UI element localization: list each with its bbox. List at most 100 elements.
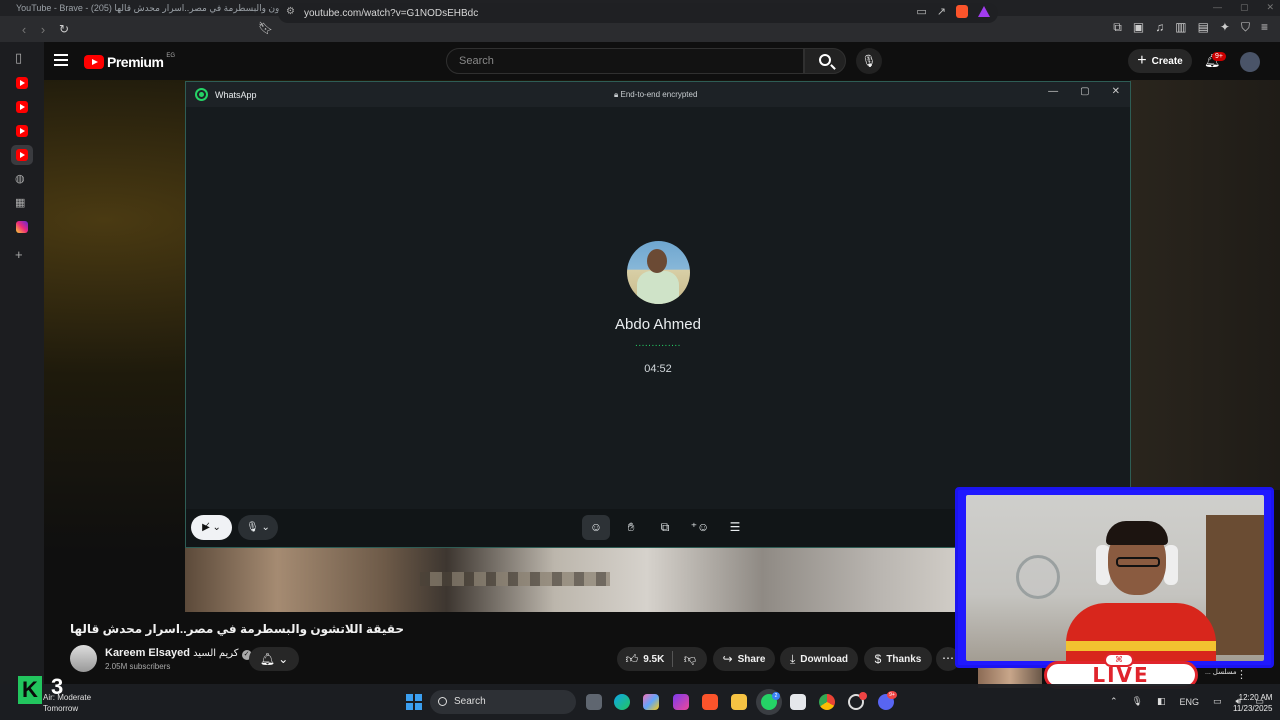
- screen-share-button[interactable]: ⧉: [651, 515, 679, 540]
- cast-icon[interactable]: ▭: [916, 5, 926, 18]
- call-status-indicator: ..............: [635, 338, 681, 349]
- microphone-toggle-button[interactable]: 🎙︎ ⌄: [238, 515, 278, 540]
- screenshot-icon[interactable]: ▣: [1133, 20, 1144, 35]
- maximize-icon[interactable]: ▢: [1240, 2, 1249, 13]
- weather-sub: Tomorrow: [43, 704, 79, 713]
- vpn-icon[interactable]: ⛉: [1241, 20, 1250, 35]
- more-options-button[interactable]: ☰: [721, 515, 749, 540]
- sidebar-youtube-icon[interactable]: [16, 149, 28, 161]
- like-button[interactable]: 👍︎ 9.5K: [617, 647, 673, 671]
- menu-icon[interactable]: ≡: [1261, 20, 1268, 35]
- brave-rewards-icon[interactable]: [978, 6, 990, 17]
- download-icon: ⤓: [789, 651, 796, 666]
- share-page-icon[interactable]: ↗: [937, 5, 946, 18]
- clock-date: 11/23/2025: [1233, 704, 1273, 713]
- globe-icon[interactable]: ◍: [15, 172, 25, 185]
- store-icon[interactable]: [790, 694, 806, 710]
- tray-app-icon[interactable]: ◧: [1157, 696, 1166, 707]
- windows-taskbar: Search 2 9+ ⌃ 🎙︎ ◧ ENG ▭ 🔊︎ ▭ 12:20 AM 1…: [0, 684, 1280, 720]
- channel-avatar[interactable]: [70, 645, 97, 672]
- url-field[interactable]: ⚙︎ youtube.com/watch?v=G1NODsEHBdc ▭ ↗: [278, 3, 998, 23]
- youtube-header: Premium EG Search 🎙︎ + Create 🔔︎ 9+: [44, 42, 1280, 80]
- like-count: 9.5K: [643, 653, 665, 665]
- site-settings-icon[interactable]: ⚙︎: [286, 6, 295, 17]
- tray-mic-icon[interactable]: 🎙︎: [1132, 696, 1143, 707]
- dislike-button[interactable]: 👎︎: [673, 647, 707, 671]
- taskbar-search[interactable]: Search: [430, 690, 576, 714]
- media-icon[interactable]: ♫: [1155, 20, 1164, 35]
- close-icon[interactable]: ✕: [1266, 2, 1274, 13]
- streamer-webcam-overlay: [955, 487, 1274, 668]
- emoji-reaction-button[interactable]: ☺: [582, 515, 610, 540]
- brave-shields-icon[interactable]: [956, 5, 968, 18]
- weather-widget[interactable]: Air: Moderate Tomorrow: [43, 692, 91, 714]
- voice-search-button[interactable]: 🎙︎: [856, 48, 882, 74]
- copilot-icon[interactable]: [643, 694, 659, 710]
- channel-name-arabic: كريم السيد: [193, 648, 239, 659]
- app-alert-dot: [859, 692, 867, 700]
- whatsapp-window-controls: — ▢ ✕: [1048, 86, 1120, 97]
- plus-icon: +: [1137, 52, 1147, 69]
- bookmark-icon[interactable]: 🔖︎: [258, 21, 273, 35]
- minimize-icon[interactable]: —: [1213, 2, 1222, 13]
- download-button[interactable]: ⤓ Download: [780, 647, 858, 671]
- camera-toggle-button[interactable]: ▶̸ ⌄: [191, 515, 232, 540]
- sidebar-panel-icon[interactable]: ▯: [15, 50, 22, 66]
- add-icon[interactable]: +: [15, 247, 23, 262]
- close-icon[interactable]: ✕: [1112, 86, 1120, 97]
- forward-icon[interactable]: ›: [33, 22, 53, 37]
- add-participant-button[interactable]: ⁺☺: [686, 515, 714, 540]
- subscriber-count: 2.05M subscribers: [105, 662, 171, 671]
- subscribed-bell-button[interactable]: 🔔︎ ⌄: [249, 647, 299, 671]
- sidebar-youtube-icon[interactable]: [16, 125, 28, 137]
- whatsapp-logo-icon: [195, 88, 208, 101]
- back-icon[interactable]: ‹: [14, 22, 34, 37]
- search-button[interactable]: [804, 48, 846, 74]
- search-icon: [438, 697, 447, 706]
- m365-icon[interactable]: [673, 694, 689, 710]
- task-view-icon[interactable]: [586, 694, 602, 710]
- channel-name[interactable]: Kareem Elsayed كريم السيد ✓: [105, 647, 252, 660]
- network-icon[interactable]: ▭: [1213, 696, 1222, 707]
- hamburger-menu-icon[interactable]: [54, 54, 68, 69]
- sidebar-youtube-icon[interactable]: [16, 77, 28, 89]
- sidebar-youtube-icon[interactable]: [16, 101, 28, 113]
- clock-time: 12:20 AM: [1238, 693, 1273, 702]
- thanks-button[interactable]: $ Thanks: [864, 647, 932, 671]
- extensions-icon[interactable]: ⧉: [1113, 20, 1122, 35]
- app-grid-icon[interactable]: ▦: [15, 196, 25, 209]
- raise-hand-button[interactable]: ✋︎: [617, 515, 645, 540]
- maximize-icon[interactable]: ▢: [1080, 86, 1089, 97]
- youtube-logo[interactable]: Premium EG: [84, 53, 176, 70]
- windows-start-icon[interactable]: [406, 694, 422, 710]
- create-button[interactable]: + Create: [1128, 49, 1192, 73]
- tray-chevron-icon[interactable]: ⌃: [1110, 696, 1118, 707]
- emoji-icon: ☺: [589, 520, 603, 534]
- thumbs-up-icon: 👍︎: [625, 651, 639, 666]
- language-indicator[interactable]: ENG: [1180, 697, 1200, 707]
- mic-icon: 🎙︎: [861, 54, 877, 68]
- chrome-icon[interactable]: [819, 694, 835, 710]
- taskbar-clock[interactable]: 12:20 AM 11/23/2025: [1233, 692, 1272, 714]
- window-controls: — ▢ ✕: [1213, 2, 1274, 13]
- search-input[interactable]: Search: [446, 48, 804, 74]
- discord-badge: 9+: [887, 691, 897, 699]
- share-button[interactable]: ↪ Share: [713, 647, 775, 671]
- reload-icon[interactable]: ↻: [54, 22, 74, 36]
- brave-icon[interactable]: [702, 694, 718, 710]
- encryption-label: 🔒︎ End-to-end encrypted: [614, 90, 698, 99]
- country-code: EG: [166, 53, 176, 59]
- recommended-video-title[interactable]: مسلسل ...: [1205, 668, 1237, 676]
- account-avatar[interactable]: [1240, 52, 1260, 72]
- sidebar-toggle-icon[interactable]: ▥: [1175, 20, 1186, 35]
- edge-icon[interactable]: [614, 694, 630, 710]
- instagram-icon[interactable]: [16, 221, 28, 233]
- leo-ai-icon[interactable]: ✦: [1220, 20, 1230, 35]
- file-explorer-icon[interactable]: [731, 694, 747, 710]
- fan-image: [1016, 555, 1060, 599]
- minimize-icon[interactable]: —: [1048, 86, 1058, 97]
- recommended-more-icon[interactable]: ⋮: [1236, 668, 1247, 681]
- url-text: youtube.com/watch?v=G1NODsEHBdc: [304, 7, 479, 19]
- share-icon: ↪: [722, 652, 733, 666]
- wallet-icon[interactable]: ▤: [1198, 20, 1209, 35]
